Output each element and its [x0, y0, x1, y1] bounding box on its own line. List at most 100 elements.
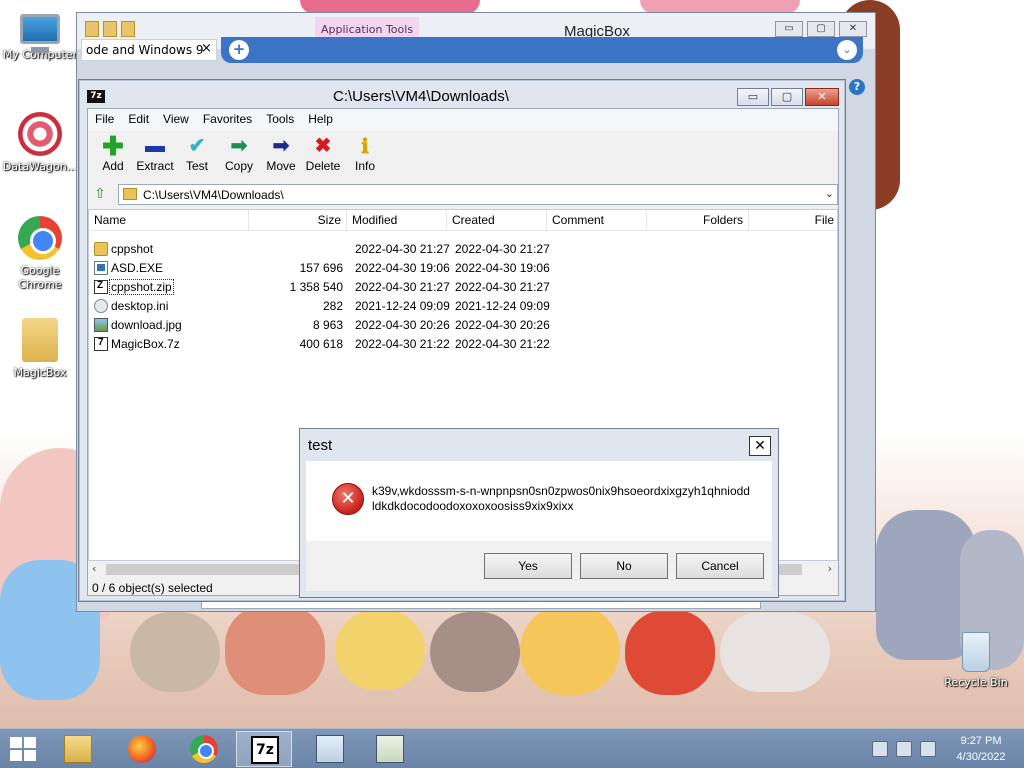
desktop-icon-recycle-bin[interactable]: Recycle Bin	[936, 632, 1016, 689]
desktop-icon-my-computer[interactable]: My Computer	[0, 10, 80, 62]
close-button[interactable]: ✕	[839, 21, 867, 37]
column-header-name[interactable]: Name	[89, 210, 249, 230]
add-button[interactable]: ✚ Add	[92, 131, 134, 181]
column-header-files[interactable]: File	[749, 210, 837, 230]
taskbar-7zip[interactable]: 7z	[236, 731, 292, 767]
taskbar-app-window-2[interactable]	[362, 731, 418, 767]
folder-icon	[94, 242, 108, 256]
chrome-icon	[18, 216, 62, 260]
menu-bar: File Edit View Favorites Tools Help	[88, 109, 838, 131]
copy-button[interactable]: ➡ Copy	[218, 131, 260, 181]
scroll-left-icon[interactable]: ‹	[92, 562, 96, 575]
tab-label: ode and Windows 9	[86, 43, 204, 57]
tab-bar: ode and Windows 9 × + ⌄	[77, 37, 877, 65]
yes-button[interactable]: Yes	[484, 553, 572, 579]
chevron-down-icon[interactable]: ⌄	[837, 40, 857, 60]
copy-icon: ➡	[230, 135, 248, 157]
column-header-size[interactable]: Size	[249, 210, 347, 230]
move-button[interactable]: ➡ Move	[260, 131, 302, 181]
file-name: MagicBox.7z	[111, 337, 180, 351]
network-icon[interactable]	[896, 741, 912, 757]
column-header-created[interactable]: Created	[447, 210, 547, 230]
no-button[interactable]: No	[580, 553, 668, 579]
scroll-right-icon[interactable]: ›	[828, 562, 832, 575]
taskbar-file-explorer[interactable]	[50, 731, 106, 767]
file-list-header: Name Size Modified Created Comment Folde…	[89, 210, 837, 231]
tab-close-icon[interactable]: ×	[201, 41, 212, 56]
error-dialog[interactable]: test ✕ ✕ k39v,wkdosssm-s-n-wnpnpsn0sn0zp…	[299, 428, 779, 598]
up-folder-icon[interactable]: ⇧	[92, 186, 108, 202]
menu-favorites[interactable]: Favorites	[196, 109, 259, 131]
desktop-icon-datawagon[interactable]: DataWagon...	[0, 112, 80, 174]
column-header-folders[interactable]: Folders	[647, 210, 749, 230]
desktop-icon-magicbox[interactable]: MagicBox	[0, 318, 80, 380]
column-header-comment[interactable]: Comment	[547, 210, 647, 230]
column-header-modified[interactable]: Modified	[347, 210, 447, 230]
delete-icon: ✖	[314, 135, 332, 157]
action-center-icon[interactable]	[872, 741, 888, 757]
taskbar-firefox[interactable]	[114, 731, 170, 767]
taskbar-app-window-1[interactable]	[302, 731, 358, 767]
extract-button[interactable]: ▬ Extract	[134, 131, 176, 181]
window-title: C:\Users\VM4\Downloads\	[333, 88, 509, 105]
close-button[interactable]: ✕	[805, 88, 839, 106]
7zip-logo-icon: 7z	[87, 90, 105, 103]
minimize-button[interactable]: ▭	[775, 21, 803, 37]
chevron-down-icon[interactable]: ⌄	[825, 187, 834, 200]
7z-archive-icon	[94, 337, 108, 351]
app-window-icon	[316, 735, 344, 763]
file-size: 400 618	[299, 337, 343, 351]
volume-muted-icon[interactable]	[920, 741, 936, 757]
help-icon[interactable]: ?	[849, 79, 865, 95]
file-size: 1 358 540	[289, 280, 343, 294]
desktop-icon-label: MagicBox	[13, 366, 67, 379]
menu-tools[interactable]: Tools	[259, 109, 301, 131]
table-row[interactable]: ASD.EXE 157 696 2022-04-30 19:06 2022-04…	[89, 259, 837, 278]
toolbar-label: Test	[185, 159, 208, 173]
menu-view[interactable]: View	[156, 109, 196, 131]
background-art	[520, 605, 620, 695]
dialog-close-button[interactable]: ✕	[749, 436, 771, 456]
new-tab-strip: + ⌄	[221, 37, 863, 63]
clock-date: 4/30/2022	[956, 751, 1006, 763]
file-created: 2022-04-30 19:06	[455, 261, 550, 275]
browser-tab[interactable]: ode and Windows 9	[81, 39, 217, 61]
address-field[interactable]: C:\Users\VM4\Downloads\ ⌄	[118, 184, 838, 205]
toolbar-label: Move	[266, 159, 296, 173]
table-row[interactable]: download.jpg 8 963 2022-04-30 20:26 2022…	[89, 316, 837, 335]
folder-icon[interactable]	[85, 21, 99, 37]
info-button[interactable]: ℹ Info	[344, 131, 386, 181]
maximize-button[interactable]: ▢	[771, 88, 803, 106]
properties-icon[interactable]	[103, 21, 117, 37]
test-icon: ✔	[188, 135, 206, 157]
minimize-button[interactable]: ▭	[737, 88, 769, 106]
menu-help[interactable]: Help	[301, 109, 340, 131]
toolbar-label: Info	[354, 159, 375, 173]
folder-icon	[123, 188, 137, 200]
menu-edit[interactable]: Edit	[121, 109, 156, 131]
clock[interactable]: 9:27 PM 4/30/2022	[946, 733, 1016, 765]
table-row[interactable]: cppshot 2022-04-30 21:27 2022-04-30 21:2…	[89, 240, 837, 259]
table-row[interactable]: MagicBox.7z 400 618 2022-04-30 21:22 202…	[89, 335, 837, 354]
table-row[interactable]: cppshot.zip 1 358 540 2022-04-30 21:27 2…	[89, 278, 837, 297]
clock-time: 9:27 PM	[960, 735, 1002, 747]
toolbar: ✚ Add ▬ Extract ✔ Test ➡ Copy ➡ Move ✖ D…	[88, 131, 838, 181]
taskbar: 7z 9:27 PM 4/30/2022	[0, 728, 1024, 768]
start-button[interactable]	[10, 737, 36, 761]
desktop-icon-chrome[interactable]: Google Chrome	[0, 216, 80, 292]
7zip-titlebar[interactable]: 7z C:\Users\VM4\Downloads\ ▭ ▢ ✕	[79, 80, 845, 108]
file-modified: 2021-12-24 09:09	[355, 299, 450, 313]
table-row[interactable]: desktop.ini 282 2021-12-24 09:09 2021-12…	[89, 297, 837, 316]
desktop-icon-label: Google Chrome	[18, 264, 62, 291]
test-button[interactable]: ✔ Test	[176, 131, 218, 181]
file-created: 2022-04-30 21:27	[455, 280, 550, 294]
delete-button[interactable]: ✖ Delete	[302, 131, 344, 181]
new-tab-button[interactable]: +	[229, 40, 249, 60]
file-size: 8 963	[312, 318, 343, 332]
taskbar-chrome[interactable]	[176, 731, 232, 767]
toolbar-label: Delete	[305, 159, 341, 173]
maximize-button[interactable]: ▢	[807, 21, 835, 37]
cancel-button[interactable]: Cancel	[676, 553, 764, 579]
new-folder-icon[interactable]	[121, 21, 135, 37]
menu-file[interactable]: File	[88, 109, 121, 131]
